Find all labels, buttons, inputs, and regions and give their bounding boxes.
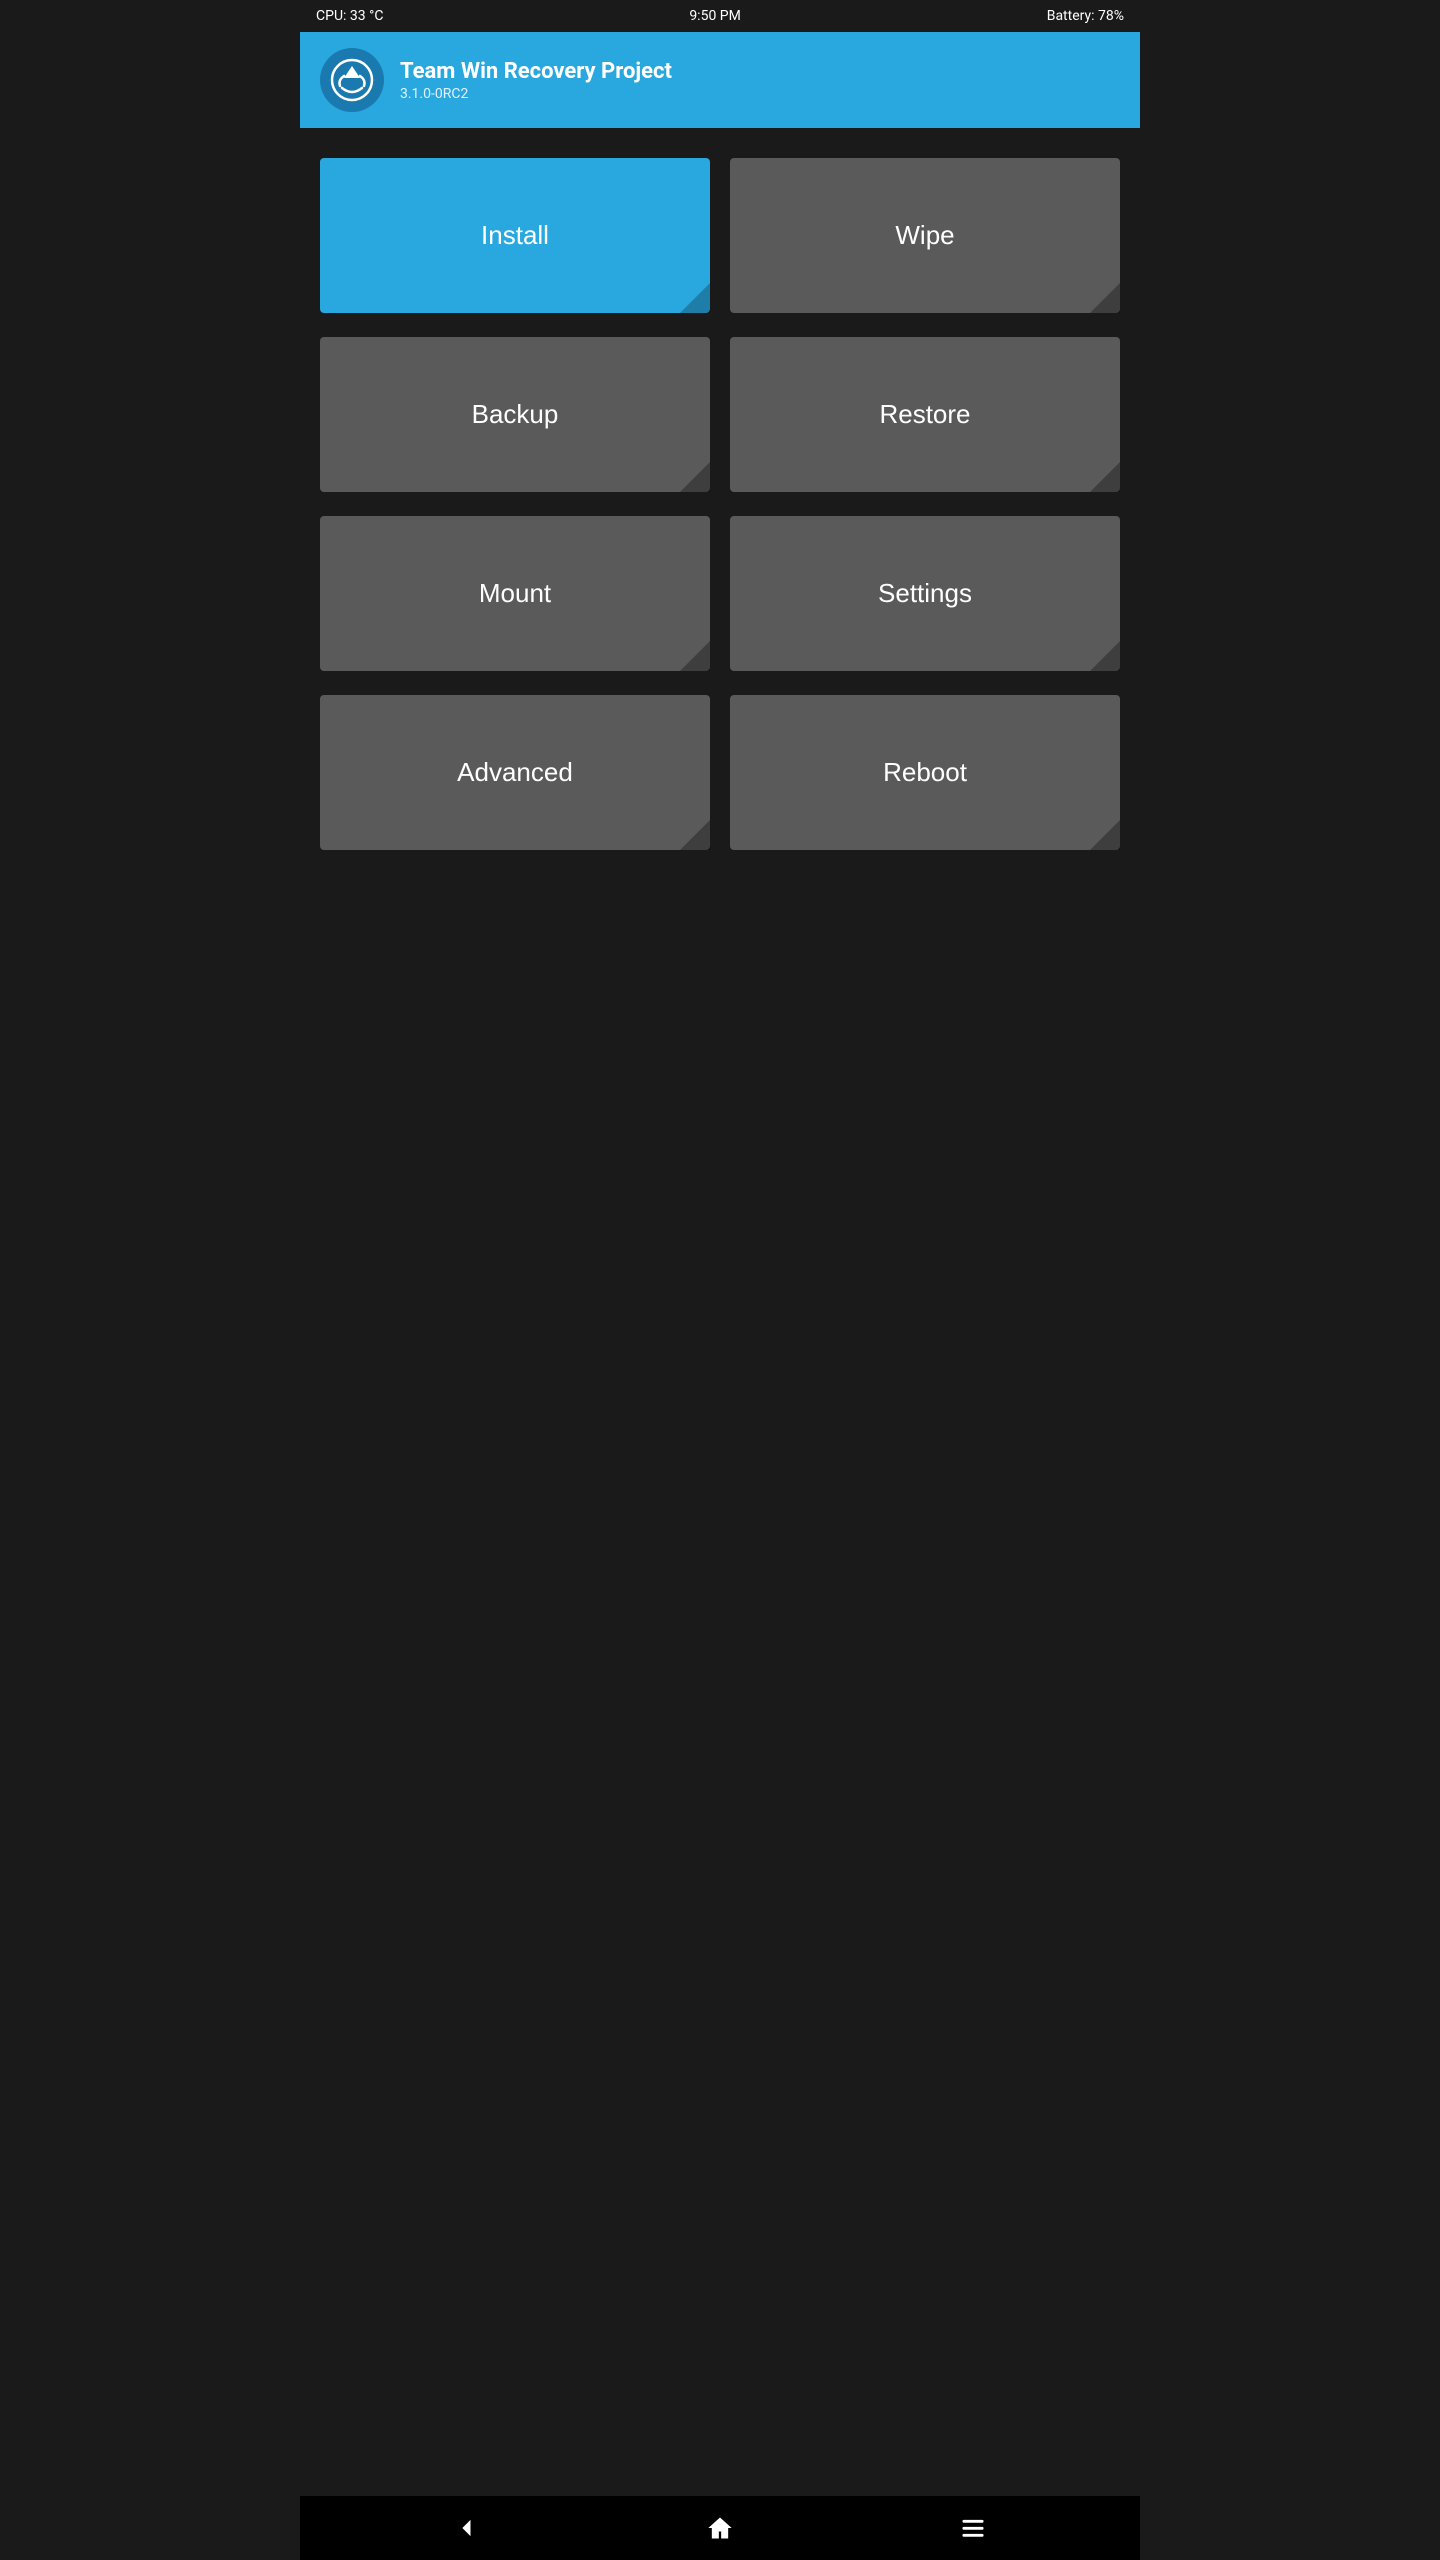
back-icon (453, 2514, 481, 2542)
main-content: Install Wipe Backup Restore Mount Settin… (300, 128, 1140, 2496)
wipe-button[interactable]: Wipe (730, 158, 1120, 313)
backup-button[interactable]: Backup (320, 337, 710, 492)
nav-menu-button[interactable] (951, 2506, 995, 2550)
advanced-button[interactable]: Advanced (320, 695, 710, 850)
app-logo (320, 48, 384, 112)
install-button[interactable]: Install (320, 158, 710, 313)
bottom-nav-bar (300, 2496, 1140, 2560)
restore-button[interactable]: Restore (730, 337, 1120, 492)
reboot-button[interactable]: Reboot (730, 695, 1120, 850)
nav-home-button[interactable] (698, 2506, 742, 2550)
app-version: 3.1.0-0RC2 (400, 86, 672, 102)
button-row-4: Advanced Reboot (320, 695, 1120, 850)
button-row-1: Install Wipe (320, 158, 1120, 313)
cpu-status: CPU: 33 °C (316, 8, 383, 24)
status-bar: CPU: 33 °C 9:50 PM Battery: 78% (300, 0, 1140, 32)
mount-button[interactable]: Mount (320, 516, 710, 671)
home-icon (706, 2514, 734, 2542)
twrp-logo-icon (330, 58, 374, 102)
app-title: Team Win Recovery Project (400, 59, 672, 84)
time-status: 9:50 PM (689, 8, 741, 24)
app-header: Team Win Recovery Project 3.1.0-0RC2 (300, 32, 1140, 128)
settings-button[interactable]: Settings (730, 516, 1120, 671)
header-text-block: Team Win Recovery Project 3.1.0-0RC2 (400, 59, 672, 102)
battery-status: Battery: 78% (1047, 8, 1124, 24)
nav-back-button[interactable] (445, 2506, 489, 2550)
menu-icon (959, 2514, 987, 2542)
button-row-3: Mount Settings (320, 516, 1120, 671)
button-row-2: Backup Restore (320, 337, 1120, 492)
